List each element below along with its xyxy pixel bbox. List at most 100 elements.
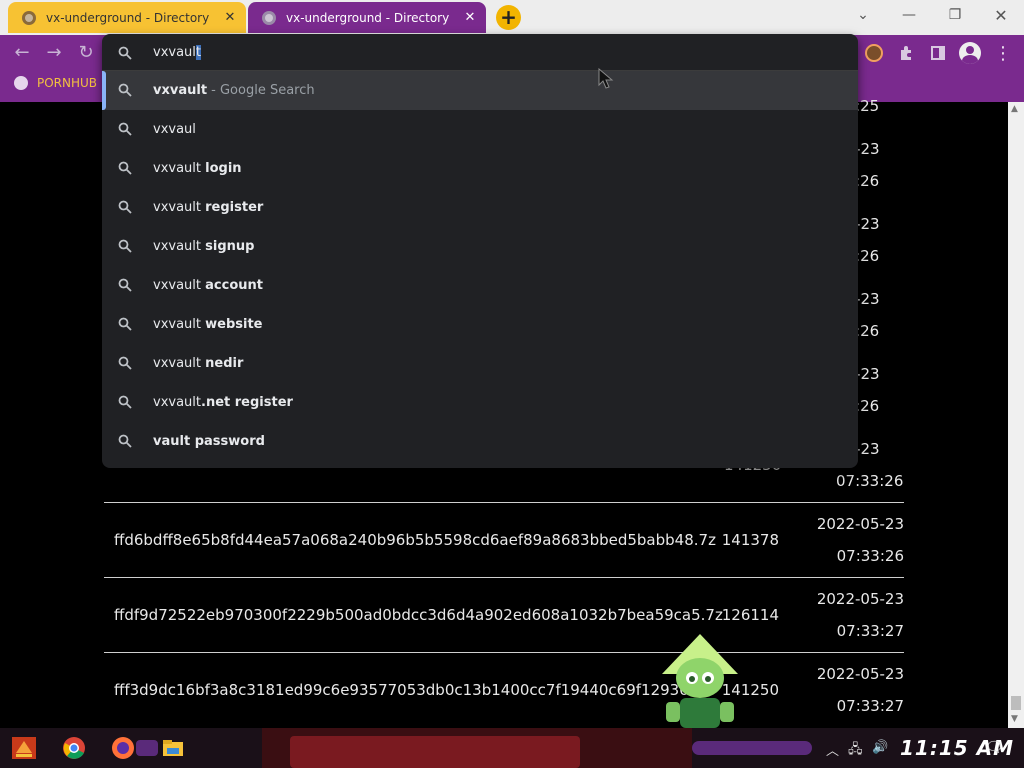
tab-favicon — [22, 10, 36, 25]
suggestion-completion: signup — [205, 239, 255, 254]
tab-close-icon[interactable]: ✕ — [220, 8, 240, 28]
suggestion-text: vxvault.net register — [153, 395, 293, 410]
omnibox-suggestion[interactable]: vxvault nedir — [102, 344, 858, 383]
autocomplete-selection: t — [195, 45, 202, 60]
suggestion-prefix: vxvault — [153, 239, 206, 254]
notifications-icon[interactable]: 🗨 — [985, 738, 1004, 756]
taskbar-wallpaper-art — [290, 736, 580, 768]
omnibox-suggestion[interactable]: vxvaul — [102, 110, 858, 149]
firefox-icon[interactable] — [111, 736, 135, 760]
extensions-puzzle-icon[interactable] — [893, 40, 919, 66]
scroll-up-icon[interactable]: ▲ — [1011, 104, 1018, 114]
search-icon — [118, 317, 132, 331]
omnibox-suggestion[interactable]: vxvault website — [102, 305, 858, 344]
tab-title: vx-underground - Directory — [46, 10, 210, 25]
search-icon — [118, 239, 132, 253]
start-menu-icon[interactable] — [10, 735, 38, 761]
bookmark-item[interactable]: PORNHUB — [14, 76, 97, 90]
page-scrollbar[interactable] — [1008, 102, 1024, 728]
search-icon — [118, 83, 132, 97]
restore-button[interactable]: ❐ — [932, 0, 978, 30]
file-link[interactable]: ffd6bdff8e65b8fd44ea57a068a240b96b5b5598… — [114, 531, 716, 549]
suggestion-prefix: vxvault — [153, 200, 206, 215]
file-date: 2022-05-23 — [816, 515, 904, 533]
omnibox-suggestion[interactable]: vxvault register — [102, 188, 858, 227]
suggestion-text: vxvault account — [153, 278, 263, 293]
suggestion-completion: .net register — [201, 395, 293, 410]
side-panel-icon[interactable] — [925, 40, 951, 66]
suggestion-text: vxvaul — [153, 122, 196, 137]
volume-icon[interactable]: 🔊 — [872, 740, 888, 755]
omnibox-suggestion[interactable]: vault password — [102, 422, 858, 461]
tab-favicon — [262, 10, 276, 25]
taskbar-app-icon[interactable] — [136, 740, 158, 756]
file-date: 2022-05-23 — [816, 590, 904, 608]
minimize-button[interactable]: — — [886, 0, 932, 30]
search-icon — [118, 434, 132, 448]
suggestion-text: vxvault nedir — [153, 356, 243, 371]
file-size: 126114 — [721, 606, 779, 624]
typed-query: vxvaul — [153, 45, 196, 60]
suggestion-completion: login — [205, 161, 242, 176]
file-time: 07:33:26 — [836, 472, 904, 490]
extension-avatar-icon[interactable] — [861, 40, 887, 66]
tab-close-icon[interactable]: ✕ — [460, 8, 480, 28]
reload-button[interactable]: ↻ — [74, 42, 98, 64]
omnibox-suggestion[interactable]: vxvault login — [102, 149, 858, 188]
tab-vx-underground-2[interactable]: vx-underground - Directory ✕ — [248, 2, 486, 33]
omnibox-suggestion[interactable]: vxvault signup — [102, 227, 858, 266]
suggestion-prefix: vxvault — [153, 161, 206, 176]
tray-chevron-icon[interactable]: ︿ — [826, 740, 839, 759]
file-link[interactable]: fff3d9dc16bf3a8c3181ed99c6e93577053db0c1… — [114, 681, 711, 699]
omnibox-suggestion[interactable]: vxvault.net register — [102, 383, 858, 422]
file-time: 07:33:27 — [836, 622, 904, 640]
suggestion-text: vault password — [153, 434, 265, 449]
suggestion-text: vxvault - Google Search — [153, 83, 315, 98]
peridot-character-image — [662, 634, 738, 728]
search-icon — [118, 356, 132, 370]
profile-avatar-icon[interactable] — [957, 40, 983, 66]
table-row: ffdf9d72522eb970300f2229b500ad0bdcc3d6d4… — [104, 577, 904, 652]
omnibox-suggestion[interactable]: vxvault account — [102, 266, 858, 305]
suggestion-prefix: vxvault — [153, 395, 201, 410]
search-icon — [118, 395, 132, 409]
new-tab-button[interactable]: + — [496, 5, 521, 30]
search-icon — [118, 200, 132, 214]
search-icon — [118, 46, 132, 60]
search-icon — [118, 161, 132, 175]
file-explorer-icon[interactable] — [161, 736, 185, 760]
suggestion-prefix: vxvault — [153, 317, 206, 332]
close-window-button[interactable]: ✕ — [978, 0, 1024, 30]
suggestion-completion: vxvault — [153, 83, 208, 98]
tab-search-icon[interactable]: ⌄ — [840, 0, 886, 30]
search-icon — [118, 122, 132, 136]
suggestion-text: vxvault login — [153, 161, 242, 176]
suggestion-prefix: vxvaul — [153, 122, 196, 137]
network-icon[interactable]: 🖧 — [848, 740, 863, 762]
address-bar-input[interactable]: vxvault — [102, 34, 858, 71]
suggestion-text: vxvault register — [153, 200, 263, 215]
suggestion-hint: - Google Search — [207, 83, 315, 98]
back-button[interactable]: ← — [10, 42, 34, 64]
file-time: 07:33:26 — [836, 547, 904, 565]
suggestion-prefix: vxvault — [153, 278, 206, 293]
chrome-icon[interactable] — [62, 736, 86, 760]
table-row: ffd6bdff8e65b8fd44ea57a068a240b96b5b5598… — [104, 502, 904, 577]
suggestion-completion: nedir — [205, 356, 244, 371]
tab-title: vx-underground - Directory — [286, 10, 450, 25]
bookmark-label: PORNHUB — [37, 76, 98, 90]
mouse-cursor-icon — [598, 68, 614, 89]
scrollbar-thumb[interactable] — [1011, 696, 1021, 710]
forward-button[interactable]: → — [42, 42, 66, 64]
tab-vx-underground-1[interactable]: vx-underground - Directory ✕ — [8, 2, 246, 33]
file-size: 141378 — [721, 531, 779, 549]
taskbar-decoration — [692, 741, 812, 755]
scroll-down-icon[interactable]: ▼ — [1011, 714, 1018, 724]
suggestion-completion: account — [205, 278, 263, 293]
omnibox-suggestion[interactable]: vxvault - Google Search — [102, 71, 858, 110]
suggestion-text: vxvault signup — [153, 239, 254, 254]
file-link[interactable]: ffdf9d72522eb970300f2229b500ad0bdcc3d6d4… — [114, 606, 723, 624]
file-date: 2022-05-23 — [816, 665, 904, 683]
browser-menu-icon[interactable]: ⋮ — [990, 40, 1016, 66]
suggestion-text: vxvault website — [153, 317, 263, 332]
